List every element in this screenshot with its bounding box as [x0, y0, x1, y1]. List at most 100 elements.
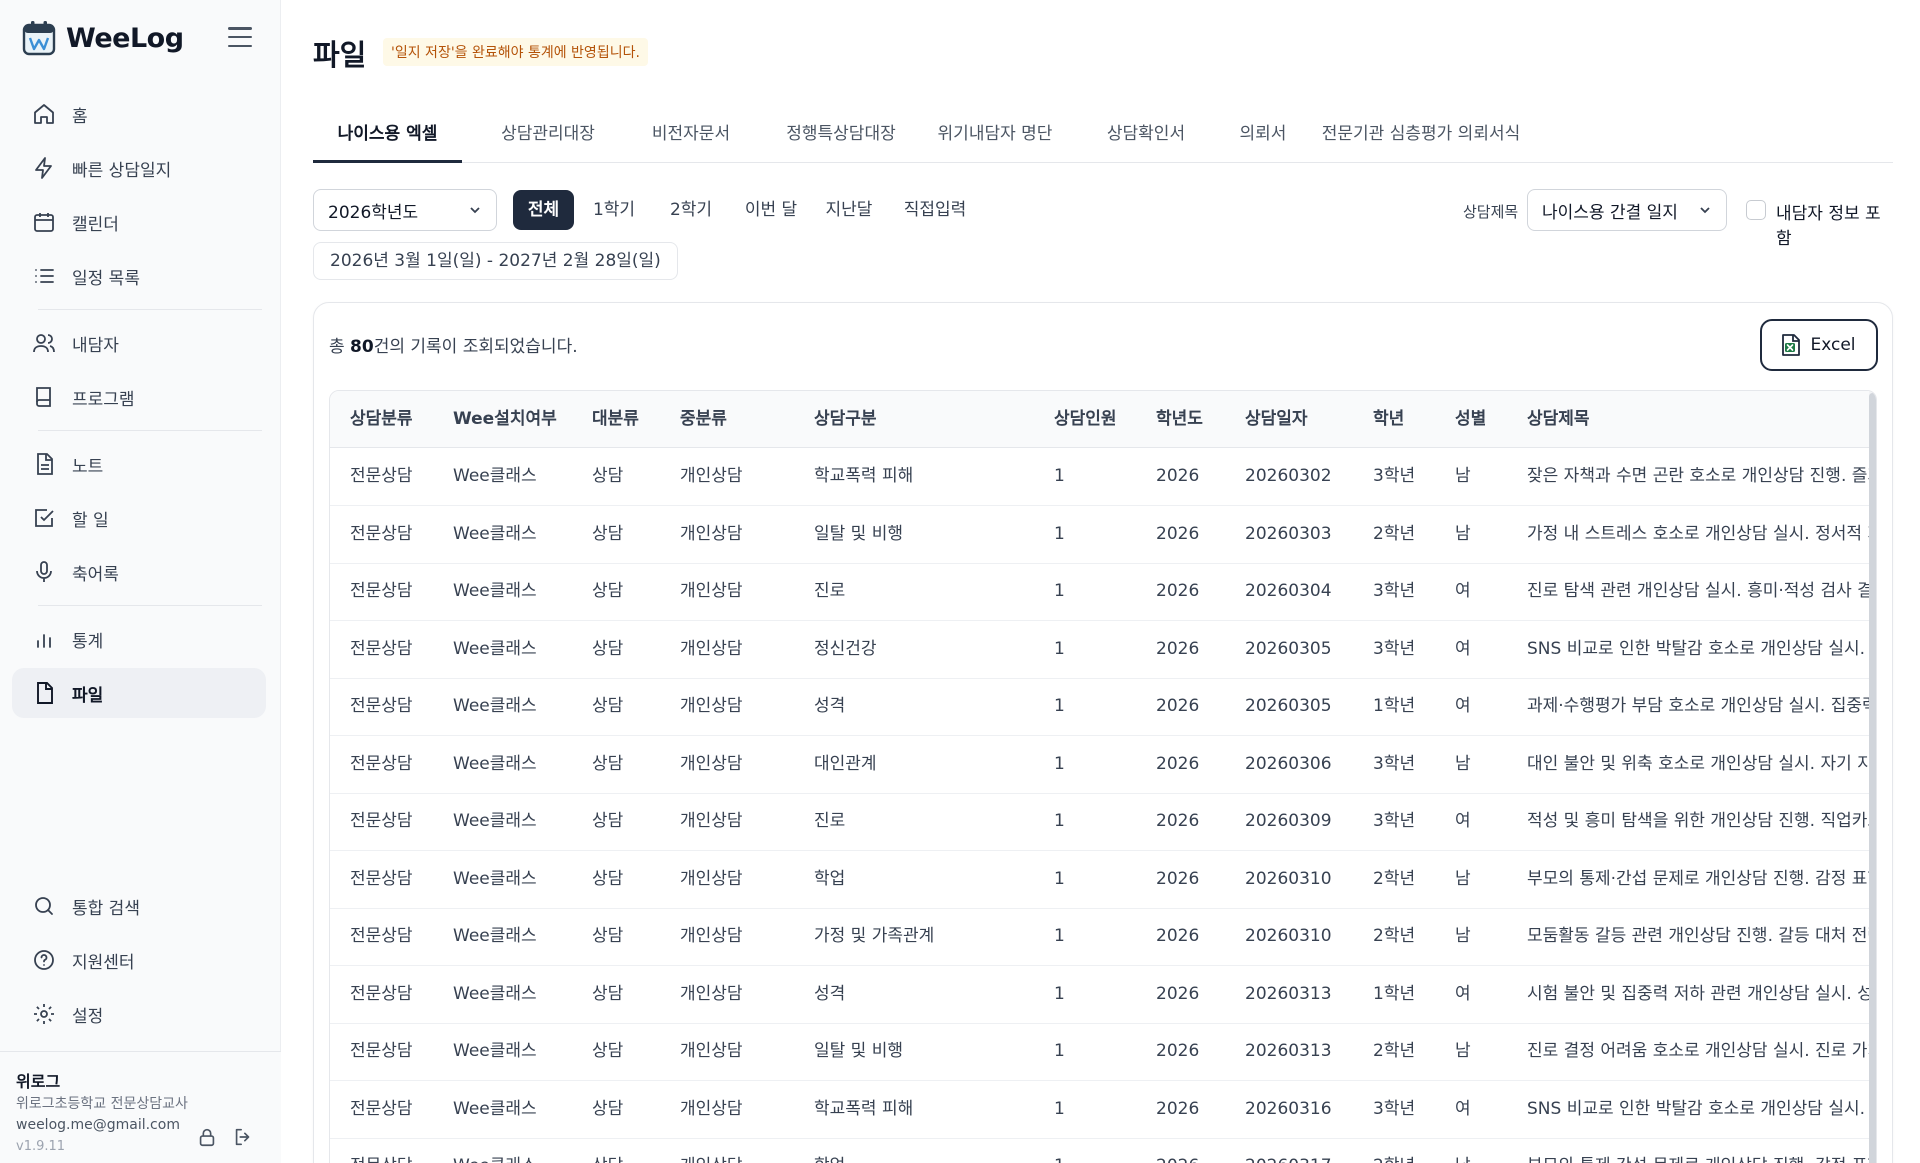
cell-col-school-year: 2026	[1156, 983, 1200, 1004]
sidebar-item-quick-log[interactable]: 빠른 상담일지	[12, 143, 266, 193]
tab-counseling-ledger[interactable]: 상담관리대장	[475, 112, 621, 163]
cell-col-minor: 개인상담	[680, 926, 743, 946]
table-row[interactable]: 전문상담 Wee클래스 상담 개인상담 성격 1 2026 20260313 1학년 여 시험 불안…	[330, 966, 1876, 1024]
table-row[interactable]: 전문상담 Wee클래스 상담 개인상담 일탈 및 비행 1 2026 20260313 2학년 남…	[330, 1023, 1876, 1081]
users-icon	[33, 334, 55, 353]
cell-col-grade: 2학년	[1373, 1138, 1415, 1163]
cell-col-wee-installed: Wee클래스	[453, 523, 537, 544]
excel-download-button[interactable]: Excel	[1760, 319, 1878, 371]
tab-crisis-client-list[interactable]: 위기내담자 명단	[915, 112, 1075, 163]
cell-col-school-year: 2026	[1156, 753, 1200, 774]
sidebar-item-transcript[interactable]: 축어록	[12, 547, 266, 597]
sidebar-item-schedule-list[interactable]: 일정 목록	[12, 251, 266, 301]
excel-button-label: Excel	[1810, 335, 1856, 355]
sidebar-item-label: 일정 목록	[72, 268, 140, 289]
notice-banner: '일지 저장'을 완료해야 통계에 반영됩니다.	[383, 38, 648, 66]
table-row[interactable]: 전문상담 Wee클래스 상담 개인상담 정신건강 1 2026 20260305 3학년 여 SNS…	[330, 621, 1876, 679]
table-row[interactable]: 전문상담 Wee클래스 상담 개인상담 학교폭력 피해 1 2026 20260316 3학년 여…	[330, 1081, 1876, 1139]
cell-col-gender: 여	[1455, 811, 1471, 831]
record-count-summary: 총 80건의 기록이 조회되었습니다.	[329, 332, 578, 357]
nav-divider	[38, 430, 262, 431]
tab-referral[interactable]: 의뢰서	[1212, 112, 1314, 163]
period-all-button[interactable]: 전체	[513, 190, 574, 230]
cell-col-type: 학교폭력 피해	[814, 1098, 914, 1119]
table-row[interactable]: 전문상담 Wee클래스 상담 개인상담 진로 1 2026 20260304 3학년 여 진로 탐색…	[330, 563, 1876, 621]
cell-col-type: 진로	[814, 811, 846, 831]
sidebar-item-calendar[interactable]: 캘린더	[12, 197, 266, 247]
cell-col-type: 일탈 및 비행	[814, 523, 904, 544]
sidebar-item-settings[interactable]: 설정	[12, 989, 266, 1039]
cell-col-wee-installed: Wee클래스	[453, 1138, 537, 1163]
cell-col-gender: 남	[1455, 523, 1471, 544]
cell-col-grade: 3학년	[1373, 811, 1416, 831]
page-title: 파일	[313, 38, 367, 72]
cell-col-category: 전문상담	[350, 1138, 413, 1163]
sidebar-item-files[interactable]: 파일	[12, 668, 266, 718]
record-count-prefix: 총	[329, 337, 351, 357]
header-col-minor: 중분류	[680, 409, 727, 429]
cell-col-school-year: 2026	[1156, 638, 1200, 659]
include-client-info-label[interactable]: 내담자 정보 포함	[1776, 199, 1893, 249]
counseling-title-select[interactable]: 나이스용 간결 일지	[1527, 189, 1727, 231]
period-first-semester-button[interactable]: 1학기	[583, 190, 645, 230]
app-version: v1.9.11	[16, 1139, 66, 1154]
tab-non-electronic-docs[interactable]: 비전자문서	[629, 112, 753, 163]
school-year-select[interactable]: 2026학년도	[313, 189, 497, 231]
sidebar-item-home[interactable]: 홈	[12, 89, 266, 139]
cell-col-gender: 남	[1455, 753, 1471, 774]
period-second-semester-button[interactable]: 2학기	[658, 190, 724, 230]
table-row[interactable]: 전문상담 Wee클래스 상담 개인상담 학업 1 2026 20260310 2학년 남 부모의 통…	[330, 851, 1876, 909]
counseling-title-value: 나이스용 간결 일지	[1542, 202, 1678, 223]
tab-special-counseling-ledger[interactable]: 정행특상담대장	[757, 112, 925, 163]
tab-neis-excel[interactable]: 나이스용 엑셀	[313, 112, 462, 163]
sidebar-item-note[interactable]: 노트	[12, 439, 266, 489]
cell-col-category: 전문상담	[350, 1041, 413, 1061]
period-this-month-button[interactable]: 이번 달	[734, 190, 808, 230]
cell-col-gender: 여	[1455, 983, 1471, 1004]
period-last-month-button[interactable]: 지난달	[817, 190, 881, 230]
table-row[interactable]: 전문상담 Wee클래스 상담 개인상담 학교폭력 피해 1 2026 20260302 3학년 남…	[330, 448, 1876, 506]
nav-divider	[38, 605, 262, 606]
hamburger-menu-icon[interactable]	[226, 24, 254, 50]
sidebar-item-stats[interactable]: 통계	[12, 614, 266, 664]
cell-col-wee-installed: Wee클래스	[453, 638, 537, 659]
cell-col-type: 성격	[814, 696, 846, 716]
cell-col-wee-installed: Wee클래스	[453, 1041, 537, 1061]
cell-col-type: 가정 및 가족관계	[814, 926, 935, 946]
logout-icon[interactable]	[232, 1126, 254, 1148]
cell-col-major: 상담	[592, 868, 624, 889]
table-row[interactable]: 전문상담 Wee클래스 상담 개인상담 대인관계 1 2026 20260306 3학년 남 대인 …	[330, 736, 1876, 794]
sidebar-item-label: 통합 검색	[72, 898, 140, 919]
cell-col-title: 진로 탐색 관련 개인상담 실시. 흥미·적성 검사 결과를	[1527, 581, 1877, 601]
table-scrollbar[interactable]	[1869, 391, 1876, 1163]
header-col-date: 상담일자	[1245, 409, 1308, 429]
scrollbar-thumb[interactable]	[1869, 393, 1876, 1163]
cell-col-type: 대인관계	[814, 753, 877, 774]
lightning-icon	[35, 157, 52, 179]
sidebar-item-program[interactable]: 프로그램	[12, 372, 266, 422]
table-header: 상담분류 Wee설치여부 대분류 중분류 상담구분 상담인원 학년도 상담일자 학년 성별 상담제목	[330, 391, 1876, 448]
table-row[interactable]: 전문상담 Wee클래스 상담 개인상담 가정 및 가족관계 1 2026 20260310 2학…	[330, 908, 1876, 966]
period-custom-button[interactable]: 직접입력	[893, 190, 977, 230]
tab-counseling-certificate[interactable]: 상담확인서	[1078, 112, 1214, 163]
table-row[interactable]: 전문상담 Wee클래스 상담 개인상담 일탈 및 비행 1 2026 20260303 2학년 남…	[330, 506, 1876, 564]
cell-col-date: 20260317	[1245, 1138, 1332, 1163]
cell-col-minor: 개인상담	[680, 1138, 743, 1163]
brand[interactable]: WeeLog	[22, 20, 184, 56]
table-row[interactable]: 전문상담 Wee클래스 상담 개인상담 학업 1 2026 20260317 2학년 남 부모의 통…	[330, 1138, 1876, 1163]
sidebar-item-todo[interactable]: 할 일	[12, 493, 266, 543]
table-row[interactable]: 전문상담 Wee클래스 상담 개인상담 진로 1 2026 20260309 3학년 여 적성 및 …	[330, 793, 1876, 851]
sidebar-item-clients[interactable]: 내담자	[12, 318, 266, 368]
bar-chart-icon	[37, 634, 51, 648]
cell-col-gender: 남	[1455, 466, 1471, 486]
lock-icon[interactable]	[196, 1126, 218, 1148]
cell-col-title: 적성 및 흥미 탐색을 위한 개인상담 진행. 직업카드 분	[1527, 811, 1877, 831]
cell-col-date: 20260310	[1245, 926, 1332, 946]
cell-col-category: 전문상담	[350, 811, 413, 831]
include-client-info-checkbox[interactable]	[1746, 200, 1766, 220]
tab-expert-evaluation-referral[interactable]: 전문기관 심층평가 의뢰서식	[1307, 112, 1535, 163]
sidebar-item-label: 홈	[72, 106, 88, 127]
sidebar-item-search[interactable]: 통합 검색	[12, 881, 266, 931]
sidebar-item-support[interactable]: 지원센터	[12, 935, 266, 985]
table-row[interactable]: 전문상담 Wee클래스 상담 개인상담 성격 1 2026 20260305 1학년 여 과제·수행…	[330, 678, 1876, 736]
